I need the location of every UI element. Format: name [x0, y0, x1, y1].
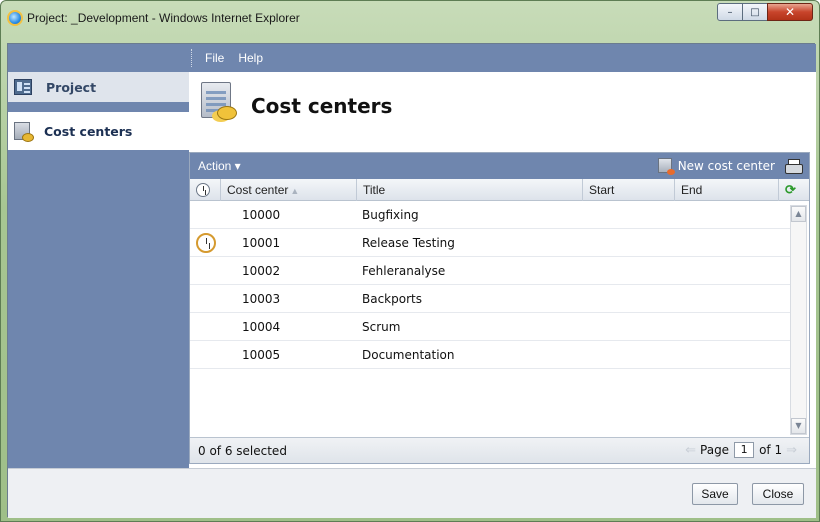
table-row[interactable]: 10001 Release Testing	[190, 229, 790, 257]
previous-page-icon[interactable]: ⇐	[685, 443, 696, 458]
page-title: Cost centers	[251, 94, 393, 118]
column-header-start[interactable]: Start	[582, 179, 674, 201]
window-controls: – □ ✕	[717, 3, 813, 21]
title-bar: Project: _Development - Windows Internet…	[1, 1, 819, 35]
grid-header: Cost center ▲ Title Start End ⟳	[190, 179, 809, 201]
selection-status: 0 of 6 selected	[198, 444, 287, 458]
table-row[interactable]: 10003 Backports	[190, 285, 790, 313]
grid-footer: 0 of 6 selected ⇐ Page 1 of 1 ⇒	[190, 437, 809, 463]
page-count-label: of 1	[759, 443, 783, 457]
internet-explorer-icon	[7, 10, 23, 26]
sidebar: Project Cost centers	[8, 44, 189, 468]
sidebar-item-label: Project	[46, 79, 97, 95]
scroll-up-arrow-icon[interactable]: ▲	[791, 206, 806, 222]
new-cost-center-icon	[657, 158, 675, 175]
refresh-button[interactable]: ⟳	[778, 179, 809, 201]
main-content: Cost centers Action ▾ New cost center Co…	[189, 72, 816, 468]
refresh-icon: ⟳	[785, 182, 796, 197]
page-label: Page	[700, 443, 730, 457]
cell-cost-center: 10002	[242, 264, 281, 278]
cost-centers-page-icon	[197, 80, 241, 124]
cell-title: Documentation	[362, 348, 455, 362]
cost-centers-grid: Action ▾ New cost center Cost center ▲ Ti…	[189, 152, 810, 464]
cell-cost-center: 10001	[242, 236, 281, 250]
table-row[interactable]: 10002 Fehleranalyse	[190, 257, 790, 285]
cell-cost-center: 10000	[242, 208, 281, 222]
cell-title: Release Testing	[362, 236, 455, 250]
sidebar-item-cost-centers[interactable]: Cost centers	[8, 112, 189, 150]
cell-title: Bugfixing	[362, 208, 419, 222]
save-button[interactable]: Save	[692, 483, 738, 505]
column-header-icon	[190, 179, 220, 201]
sidebar-item-label: Cost centers	[44, 123, 133, 139]
cell-title: Backports	[362, 292, 422, 306]
clock-icon	[196, 233, 216, 253]
table-row[interactable]: 10000 Bugfixing	[190, 201, 790, 229]
grid-rows: 10000 Bugfixing 10001 Release Testing 10…	[190, 201, 790, 435]
cell-cost-center: 10005	[242, 348, 281, 362]
page-number-input[interactable]: 1	[734, 442, 755, 458]
new-cost-center-label: New cost center	[677, 158, 775, 173]
menu-bar: File Help	[189, 44, 816, 72]
menu-help[interactable]: Help	[238, 51, 263, 65]
maximize-button[interactable]: □	[742, 3, 768, 21]
cell-title: Fehleranalyse	[362, 264, 446, 278]
column-header-end[interactable]: End	[674, 179, 778, 201]
table-row[interactable]: 10005 Documentation	[190, 341, 790, 369]
minimize-button[interactable]: –	[717, 3, 743, 21]
window-title: Project: _Development - Windows Internet…	[27, 11, 300, 25]
sort-ascending-icon: ▲	[290, 186, 300, 196]
action-menu-button[interactable]: Action ▾	[198, 159, 241, 173]
dialog-button-bar: Save Close	[8, 468, 816, 518]
cell-title: Scrum	[362, 320, 401, 334]
column-header-title[interactable]: Title	[356, 179, 582, 201]
grid-toolbar: Action ▾ New cost center	[190, 153, 809, 179]
print-icon[interactable]	[785, 159, 803, 174]
cost-center-icon	[14, 122, 34, 142]
scroll-down-arrow-icon[interactable]: ▼	[791, 418, 806, 434]
new-cost-center-button[interactable]: New cost center	[657, 158, 775, 175]
menu-file[interactable]: File	[205, 51, 224, 65]
vertical-scrollbar[interactable]: ▲ ▼	[790, 205, 807, 435]
close-button[interactable]: Close	[752, 483, 804, 505]
column-header-cost-center[interactable]: Cost center ▲	[220, 179, 352, 201]
cell-cost-center: 10004	[242, 320, 281, 334]
next-page-icon[interactable]: ⇒	[786, 443, 797, 458]
project-icon	[14, 79, 32, 95]
app-client-area: Project Cost centers File Help Cost cent…	[7, 43, 816, 518]
sidebar-item-project[interactable]: Project	[8, 72, 189, 102]
close-window-button[interactable]: ✕	[767, 3, 813, 21]
pager: ⇐ Page 1 of 1 ⇒	[681, 442, 801, 458]
menu-grip	[191, 49, 193, 67]
table-row[interactable]: 10004 Scrum	[190, 313, 790, 341]
browser-window: Project: _Development - Windows Internet…	[0, 0, 820, 522]
clock-icon	[196, 183, 210, 197]
cell-cost-center: 10003	[242, 292, 281, 306]
